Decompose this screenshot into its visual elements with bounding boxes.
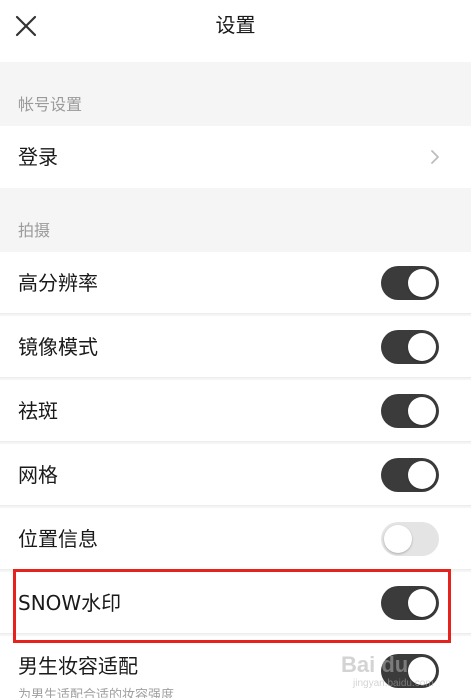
male-makeup-label: 男生妆容适配: [18, 654, 138, 678]
toggle-knob: [408, 588, 436, 617]
login-row[interactable]: 登录: [0, 126, 471, 188]
header: 设置: [0, 0, 471, 62]
chevron-right-icon: [431, 150, 439, 164]
toggle-knob: [384, 524, 412, 553]
section-label-account: 帐号设置: [18, 95, 83, 114]
page-title: 设置: [215, 13, 256, 37]
high-res-label: 高分辨率: [18, 270, 98, 295]
snow-watermark-toggle[interactable]: [381, 585, 439, 620]
settings-page: 设置 帐号设置 登录 拍摄 高分辨率 镜像模式 祛斑 网格 位置信息 SNOW水…: [0, 0, 471, 698]
location-label: 位置信息: [18, 526, 98, 551]
grid-toggle[interactable]: [381, 457, 439, 492]
toggle-knob: [408, 396, 436, 425]
toggle-knob: [408, 268, 436, 297]
high-res-row: 高分辨率: [0, 252, 471, 314]
high-res-toggle[interactable]: [381, 265, 439, 300]
mirror-label: 镜像模式: [18, 334, 98, 359]
watermark-text: Bai du: [341, 652, 409, 677]
male-makeup-description: 为男生适配合适的妆容强度: [18, 688, 175, 698]
snow-watermark-row: SNOW水印: [0, 572, 471, 634]
toggle-knob: [408, 332, 436, 361]
freckle-label: 祛斑: [18, 398, 58, 423]
freckle-toggle[interactable]: [381, 393, 439, 428]
grid-label: 网格: [18, 462, 58, 487]
grid-row: 网格: [0, 444, 471, 506]
location-toggle[interactable]: [381, 521, 439, 556]
mirror-toggle[interactable]: [381, 329, 439, 364]
mirror-row: 镜像模式: [0, 316, 471, 378]
freckle-row: 祛斑: [0, 380, 471, 442]
login-label: 登录: [18, 145, 58, 169]
toggle-knob: [408, 460, 436, 489]
baidu-watermark: Bai du jingyan.baidu.com: [341, 650, 461, 694]
section-label-shooting: 拍摄: [18, 221, 51, 240]
location-row: 位置信息: [0, 508, 471, 570]
watermark-sub: jingyan.baidu.com: [353, 678, 434, 689]
snow-watermark-label: SNOW水印: [18, 590, 122, 615]
